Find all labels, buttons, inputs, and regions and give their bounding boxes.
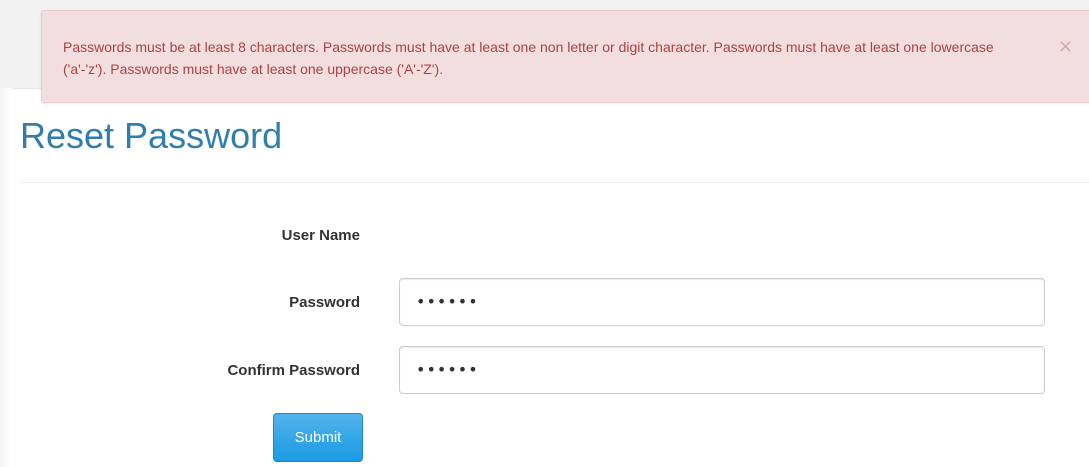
confirm-password-label: Confirm Password — [227, 362, 360, 379]
content-edge — [0, 88, 12, 467]
submit-button[interactable]: Submit — [273, 413, 363, 462]
username-label: User Name — [281, 227, 360, 244]
page-title: Reset Password — [20, 115, 283, 156]
error-alert: Passwords must be at least 8 characters.… — [41, 10, 1089, 103]
title-divider — [20, 182, 1089, 183]
alert-message: Passwords must be at least 8 characters.… — [63, 39, 994, 77]
password-label: Password — [289, 294, 360, 311]
confirm-password-field[interactable]: •••••• — [399, 346, 1045, 394]
password-field[interactable]: •••••• — [399, 278, 1045, 326]
close-icon[interactable]: × — [1058, 38, 1073, 56]
